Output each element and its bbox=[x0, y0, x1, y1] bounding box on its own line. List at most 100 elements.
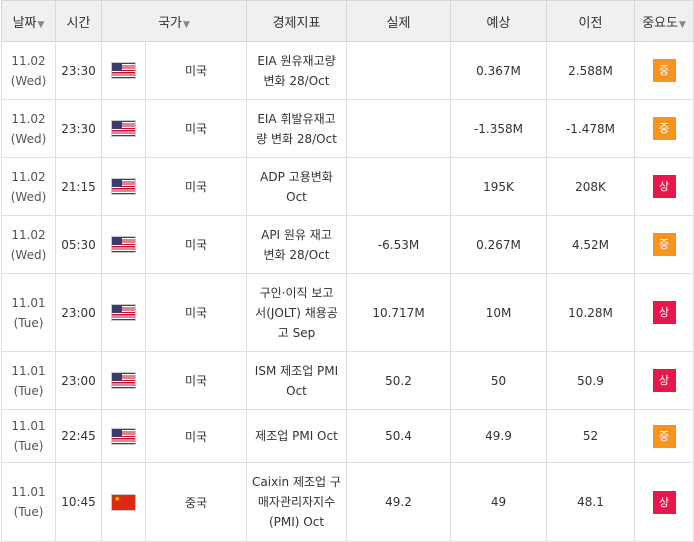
column-header-actual: 실제 bbox=[346, 0, 451, 42]
actual-cell bbox=[346, 157, 451, 216]
time-cell: 22:45 bbox=[55, 409, 102, 463]
date-label: 11.01 bbox=[11, 419, 46, 433]
column-header-previous: 이전 bbox=[546, 0, 635, 42]
column-header-date[interactable]: 날짜▼ bbox=[1, 0, 56, 42]
weekday-label: (Tue) bbox=[13, 315, 44, 330]
star-icon: ★ bbox=[114, 494, 121, 503]
weekday-label: (Tue) bbox=[13, 383, 44, 398]
indicator-line: Caixin 제조업 구 bbox=[252, 475, 341, 489]
date-label: 11.02 bbox=[11, 227, 46, 242]
header-row: 날짜▼ 시간 국가▼ 경제지표 실제 예상 이전 중요도▼ bbox=[1, 0, 694, 42]
actual-cell: 49.2 bbox=[346, 462, 451, 542]
country-cell: 미국 bbox=[145, 157, 247, 216]
table-row[interactable]: 11.01 (Tue) 10:45 ★ 중국 Caixin 제조업 구 매자관리자지수 (PM… bbox=[1, 462, 694, 542]
country-cell: 중국 bbox=[145, 462, 247, 542]
column-header-country[interactable]: 국가▼ bbox=[101, 0, 247, 42]
date-cell: 11.01 (Tue) bbox=[1, 462, 56, 542]
table-row[interactable]: 11.02 (Wed) 05:30 미국 API 원유 재고 변화 28/Oct -6.53… bbox=[1, 215, 694, 274]
indicator-line: API 원유 재고 bbox=[261, 227, 332, 242]
column-header-importance[interactable]: 중요도▼ bbox=[634, 0, 694, 42]
weekday-label: (Tue) bbox=[13, 439, 44, 453]
importance-header-label: 중요도 bbox=[642, 15, 678, 31]
time-cell: 23:30 bbox=[55, 41, 102, 100]
date-label: 11.01 bbox=[11, 295, 46, 310]
forecast-header-label: 예상 bbox=[486, 15, 511, 31]
table-row[interactable]: 11.01 (Tue) 23:00 미국 ISM 제조업 PMI Oct 50.2 50 50.… bbox=[1, 351, 694, 410]
flag-cell bbox=[101, 157, 146, 216]
us-flag-icon bbox=[111, 427, 136, 445]
us-flag-icon bbox=[111, 304, 136, 321]
date-cell: 11.02 (Wed) bbox=[1, 215, 56, 274]
indicator-line: ADP 고용변화 bbox=[260, 169, 333, 184]
indicator-line: 매자관리자지수 bbox=[257, 495, 336, 509]
us-flag-icon bbox=[111, 120, 136, 137]
date-cell: 11.01 (Tue) bbox=[1, 351, 56, 410]
indicator-line: EIA 원유재고량 bbox=[257, 53, 336, 68]
us-flag-icon bbox=[111, 372, 136, 389]
indicator-cell[interactable]: ADP 고용변화 Oct bbox=[246, 157, 347, 216]
previous-cell: 4.52M bbox=[546, 215, 635, 274]
weekday-label: (Wed) bbox=[10, 73, 47, 88]
indicator-line: 제조업 PMI Oct bbox=[255, 429, 338, 443]
table-row[interactable]: 11.02 (Wed) 23:30 미국 EIA 원유재고량 변화 28/Oct 0.367… bbox=[1, 41, 694, 100]
table-row[interactable]: 11.02 (Wed) 23:30 미국 EIA 휘발유재고 량 변화 28/Oct -1.… bbox=[1, 99, 694, 158]
importance-badge: 상 bbox=[652, 175, 676, 198]
indicator-line: Oct bbox=[286, 383, 307, 398]
china-flag-icon: ★ bbox=[111, 493, 136, 511]
actual-cell: 10.717M bbox=[346, 273, 451, 352]
weekday-label: (Wed) bbox=[10, 189, 47, 204]
indicator-line: EIA 휘발유재고 bbox=[257, 111, 336, 126]
indicator-cell[interactable]: EIA 휘발유재고 량 변화 28/Oct bbox=[246, 99, 347, 158]
country-cell: 미국 bbox=[145, 409, 247, 463]
indicator-cell[interactable]: ISM 제조업 PMI Oct bbox=[246, 351, 347, 410]
indicator-line: 구인·이직 보고 bbox=[259, 285, 334, 300]
table-row[interactable]: 11.01 (Tue) 23:00 미국 구인·이직 보고 서(JOLT) 채용공 고 Se… bbox=[1, 273, 694, 352]
date-cell: 11.01 (Tue) bbox=[1, 273, 56, 352]
date-cell: 11.02 (Wed) bbox=[1, 99, 56, 158]
time-cell: 21:15 bbox=[55, 157, 102, 216]
indicator-line: (PMI) Oct bbox=[268, 515, 325, 529]
importance-cell: 상 bbox=[634, 462, 694, 542]
date-label: 11.02 bbox=[11, 53, 46, 68]
us-flag-icon bbox=[111, 62, 136, 79]
actual-cell bbox=[346, 99, 451, 158]
date-label: 11.02 bbox=[11, 111, 46, 126]
flag-cell bbox=[101, 273, 146, 352]
importance-badge: 상 bbox=[652, 490, 676, 514]
forecast-cell: 0.367M bbox=[450, 41, 547, 100]
sort-arrow-icon[interactable]: ▼ bbox=[679, 20, 686, 30]
table-row[interactable]: 11.02 (Wed) 21:15 미국 ADP 고용변화 Oct 195K 208K 상 bbox=[1, 157, 694, 216]
country-header-label: 국가 bbox=[158, 15, 182, 31]
indicator-cell[interactable]: API 원유 재고 변화 28/Oct bbox=[246, 215, 347, 274]
sort-arrow-icon[interactable]: ▼ bbox=[38, 20, 45, 30]
us-flag-icon bbox=[111, 178, 136, 195]
table-row[interactable]: 11.01 (Tue) 22:45 미국 제조업 PMI Oct 50.4 49.9 52 중 bbox=[1, 409, 694, 463]
importance-badge: 중 bbox=[652, 424, 676, 448]
importance-badge: 중 bbox=[652, 117, 676, 140]
forecast-cell: 0.267M bbox=[450, 215, 547, 274]
previous-cell: 52 bbox=[546, 409, 635, 463]
indicator-cell[interactable]: EIA 원유재고량 변화 28/Oct bbox=[246, 41, 347, 100]
sort-arrow-icon[interactable]: ▼ bbox=[183, 20, 190, 30]
country-cell: 미국 bbox=[145, 99, 247, 158]
economic-calendar-table: 날짜▼ 시간 국가▼ 경제지표 실제 예상 이전 중요도▼ 11.02 (Wed)… bbox=[1, 0, 694, 542]
forecast-cell: 195K bbox=[450, 157, 547, 216]
previous-cell: 50.9 bbox=[546, 351, 635, 410]
time-cell: 23:00 bbox=[55, 351, 102, 410]
previous-cell: -1.478M bbox=[546, 99, 635, 158]
indicator-cell[interactable]: 구인·이직 보고 서(JOLT) 채용공 고 Sep bbox=[246, 273, 347, 352]
indicator-cell[interactable]: Caixin 제조업 구매자관리자지수 (PMI) Oct bbox=[246, 462, 347, 542]
forecast-cell: 49 bbox=[450, 462, 547, 542]
importance-cell: 중 bbox=[634, 215, 694, 274]
indicator-cell[interactable]: 제조업 PMI Oct bbox=[246, 409, 347, 463]
importance-badge: 중 bbox=[652, 59, 676, 82]
flag-cell bbox=[101, 99, 146, 158]
importance-badge: 상 bbox=[652, 369, 676, 392]
importance-cell: 중 bbox=[634, 41, 694, 100]
forecast-cell: -1.358M bbox=[450, 99, 547, 158]
actual-cell: 50.2 bbox=[346, 351, 451, 410]
flag-cell bbox=[101, 409, 146, 463]
indicator-line: 고 Sep bbox=[277, 325, 316, 340]
weekday-label: (Tue) bbox=[13, 505, 44, 519]
importance-cell: 상 bbox=[634, 273, 694, 352]
